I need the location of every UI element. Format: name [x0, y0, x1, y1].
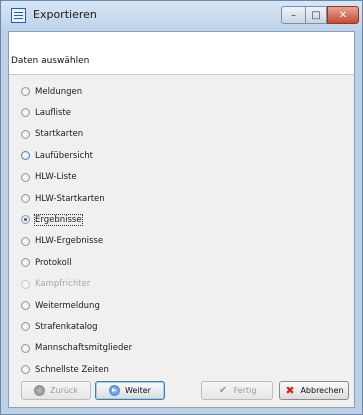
back-button[interactable]: Zurück	[21, 381, 91, 400]
radio-button[interactable]	[21, 322, 30, 332]
radio-button[interactable]	[21, 194, 30, 203]
title-bar[interactable]: Exportieren – □ ✕	[1, 1, 362, 31]
export-option[interactable]: HLW-Startkarten	[21, 191, 105, 206]
export-option-label: Ergebnisse	[34, 213, 83, 226]
export-option-label: Protokoll	[35, 257, 72, 268]
minimize-button[interactable]: –	[281, 6, 305, 24]
export-option-label: Kampfrichter	[35, 279, 91, 290]
back-button-label: Zurück	[50, 386, 78, 395]
export-option[interactable]: Ergebnisse	[21, 212, 83, 227]
checkmark-icon: ✔	[218, 385, 228, 396]
export-option[interactable]: HLW-Liste	[21, 170, 77, 185]
cancel-button[interactable]: ✖ Abbrechen	[279, 381, 349, 400]
export-option[interactable]: Startkarten	[21, 127, 83, 142]
export-option-label: HLW-Liste	[35, 172, 77, 183]
export-option[interactable]: Meldungen	[21, 84, 82, 99]
finish-button[interactable]: ✔ Fertig	[201, 381, 273, 400]
radio-button	[21, 279, 30, 289]
export-option[interactable]: Laufübersicht	[21, 148, 93, 163]
export-dialog: Exportieren – □ ✕ Daten auswählen Meldun…	[0, 0, 363, 415]
export-option-label: Schnellste Zeiten	[35, 364, 109, 375]
radio-button[interactable]	[21, 129, 30, 139]
export-option[interactable]: Laufliste	[21, 105, 71, 120]
radio-button[interactable]	[21, 215, 30, 225]
export-option[interactable]: HLW-Ergebnisse	[21, 234, 103, 249]
export-option[interactable]: Weitermeldung	[21, 298, 100, 313]
export-option[interactable]: Strafenkatalog	[21, 319, 98, 334]
next-button[interactable]: Weiter	[95, 381, 165, 400]
export-option[interactable]: Protokoll	[21, 255, 72, 270]
export-option-label: HLW-Startkarten	[35, 193, 105, 204]
arrow-right-circle-icon	[109, 385, 121, 396]
radio-button[interactable]	[21, 108, 30, 118]
page-title: Daten auswählen	[11, 56, 90, 66]
cancel-x-icon: ✖	[285, 384, 295, 397]
export-option-label: Strafenkatalog	[35, 321, 98, 332]
export-option-label: Laufliste	[35, 107, 72, 118]
button-bar: Zurück Weiter ✔ Fertig ✖ Abbrechen	[9, 377, 354, 407]
radio-button[interactable]	[21, 172, 30, 182]
radio-button[interactable]	[21, 301, 30, 310]
app-list-icon	[11, 8, 26, 23]
cancel-button-label: Abbrechen	[300, 386, 344, 395]
export-option: Kampfrichter	[21, 277, 90, 292]
header-panel: Daten auswählen	[9, 32, 354, 75]
radio-button[interactable]	[21, 343, 30, 353]
export-option[interactable]: Mannschaftsmitglieder	[21, 341, 132, 356]
close-button[interactable]: ✕	[327, 6, 359, 24]
radio-button[interactable]	[21, 365, 30, 375]
export-option[interactable]: Schnellste Zeiten	[21, 362, 109, 377]
export-option-label: Weitermeldung	[35, 300, 100, 311]
export-option-label: Mannschaftsmitglieder	[35, 343, 133, 354]
maximize-button[interactable]: □	[305, 6, 327, 24]
export-option-label: Startkarten	[35, 129, 84, 140]
radio-button[interactable]	[21, 258, 30, 268]
radio-button[interactable]	[21, 87, 30, 96]
back-circle-icon	[34, 385, 46, 396]
export-option-label: HLW-Ergebnisse	[35, 236, 104, 247]
dialog-client-area: Daten auswählen Meldungen Laufliste Startk…	[8, 31, 355, 408]
radio-button[interactable]	[21, 151, 30, 161]
window-title: Exportieren	[33, 8, 97, 21]
radio-button[interactable]	[21, 236, 30, 246]
export-option-label: Laufübersicht	[35, 150, 94, 161]
finish-button-label: Fertig	[233, 386, 257, 395]
export-option-label: Meldungen	[35, 86, 83, 97]
next-button-label: Weiter	[125, 386, 151, 395]
